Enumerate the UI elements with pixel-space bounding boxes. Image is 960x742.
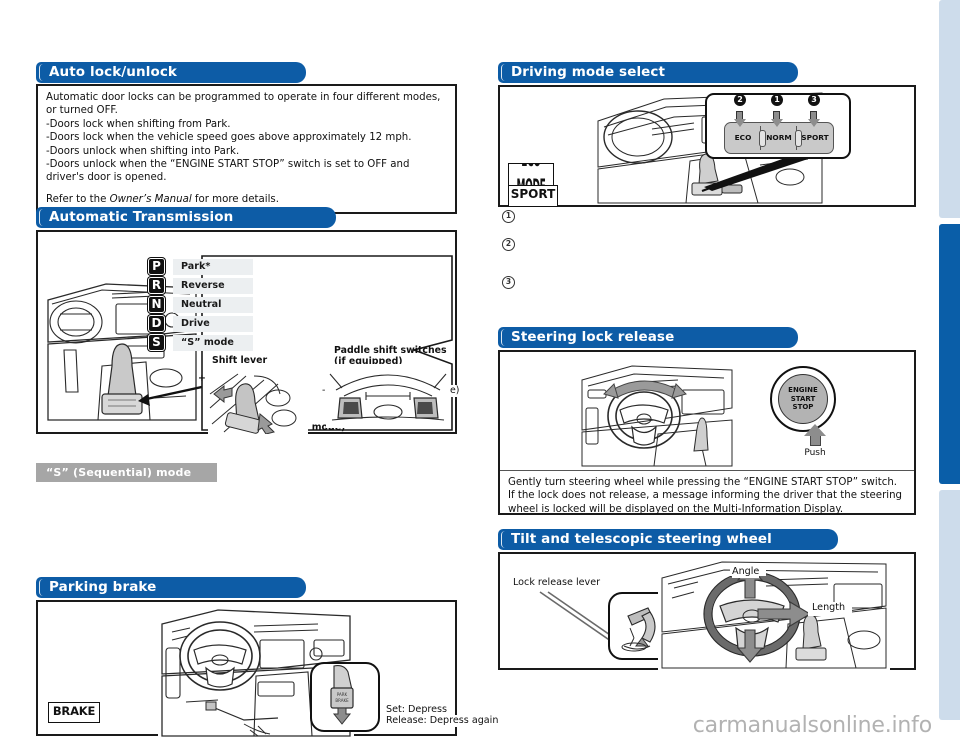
legend-number-2: 2 [502, 238, 515, 251]
edge-tab-lower[interactable] [939, 490, 960, 720]
start-switch-inner[interactable]: ENGINE START STOP [778, 374, 828, 424]
parking-brake-box: BRAKE PARK BRAKE Set: Depress Release: D… [36, 600, 499, 738]
gear-badge-d: D [148, 315, 165, 333]
push-label: Push [804, 448, 826, 458]
gear-row-n: N Neutral [148, 296, 253, 314]
driving-mode-box: ECO MODE SPORT [498, 85, 916, 207]
illustration-tilt-telescopic-wheel [658, 558, 890, 670]
site-watermark: carmanualsonline.info [692, 713, 932, 738]
mode-button-norm[interactable]: NORM [760, 123, 797, 153]
parking-brake-release-text: Release: Depress again [386, 715, 499, 727]
svg-text:BRAKE: BRAKE [335, 698, 349, 703]
reference-prefix: Refer to the [46, 193, 110, 205]
driving-mode-legend-item-3: 3 [502, 276, 521, 289]
steering-lock-release-text: Gently turn steering wheel while pressin… [500, 470, 914, 522]
start-switch-ring: ENGINE START STOP [770, 366, 836, 432]
paddle-caption-line1: Paddle shift switches [334, 345, 447, 356]
gear-row-s: S “S” mode [148, 334, 253, 352]
tilt-telescopic-box: Lock release lever Angle Length [498, 552, 916, 670]
arrow-to-eco [734, 111, 746, 127]
section-driving-mode-select: Driving mode select ECO MODE SPORT [498, 62, 922, 289]
driving-mode-legend-item-2: 2 [502, 238, 521, 251]
sequential-mode-chip: “S” (Sequential) mode [36, 463, 218, 482]
gear-row-r: R Reverse [148, 277, 253, 295]
edge-tab-upper[interactable] [939, 0, 960, 218]
section-tilt-telescopic: Tilt and telescopic steering wheel Lock … [498, 529, 922, 670]
reference-suffix: for more details. [191, 193, 279, 205]
mode-separator-left [759, 130, 766, 147]
legend-number-3: 3 [502, 276, 515, 289]
gear-row-p: P Park* [148, 258, 253, 276]
auto-lock-line-2: -Doors lock when the vehicle speed goes … [46, 132, 412, 144]
gear-badge-n: N [148, 296, 165, 314]
auto-lock-line-4: -Doors unlock when the “ENGINE START STO… [46, 159, 410, 184]
section-steering-lock-release: Steering lock release ENGINE START STOP … [498, 327, 922, 515]
gear-row-d: D Drive [148, 315, 253, 333]
start-switch-line3: STOP [792, 403, 814, 412]
auto-lock-body-box: Automatic door locks can be programmed t… [36, 84, 457, 215]
driving-mode-legend-item-1: 1 [502, 210, 521, 223]
mode-number-badge-1: 1 [771, 94, 783, 106]
auto-lock-line-3: -Doors unlock when shifting into Park. [46, 145, 240, 157]
edge-tab-active[interactable] [939, 224, 960, 484]
mode-number-badge-3: 3 [808, 94, 820, 106]
mode-button-eco[interactable]: ECO [725, 123, 761, 153]
arrow-to-norm [771, 111, 783, 127]
reference-owners-manual: Owner’s Manual [109, 193, 192, 205]
auto-lock-line-1: -Doors lock when shifting from Park. [46, 118, 231, 130]
gear-label-n: Neutral [173, 296, 253, 313]
mode-button-sport[interactable]: SPORT [796, 123, 833, 153]
tilt-length-label: Length [812, 602, 846, 614]
start-switch-line2: START [790, 394, 816, 403]
gear-label-p: Park* [173, 258, 253, 275]
push-arrow-icon [804, 424, 826, 446]
section-title-auto-lock-unlock: Auto lock/unlock [36, 62, 306, 83]
section-automatic-transmission: Automatic Transmission P Park* R Reverse… [36, 207, 466, 434]
gear-label-d: Drive [173, 315, 253, 332]
illustration-shift-lever-detail [208, 372, 308, 434]
auto-lock-line-0: Automatic door locks can be programmed t… [46, 92, 441, 117]
section-title-driving-mode-select: Driving mode select [498, 62, 798, 83]
driving-mode-switch-panel: ECO NORM SPORT 2 1 3 [705, 93, 851, 159]
engine-start-stop-switch: ENGINE START STOP Push [758, 366, 848, 466]
mode-number-badge-2: 2 [734, 94, 746, 106]
edge-tab-strip [935, 0, 960, 742]
gear-badge-s: S [148, 334, 165, 352]
gear-label-r: Reverse [173, 277, 253, 294]
svg-text:PARK: PARK [337, 692, 348, 697]
gear-label-s: “S” mode [173, 334, 253, 351]
section-parking-brake: Parking brake BRAKE PARK BRAKE Set: Depr… [36, 577, 499, 738]
gear-badge-p: P [148, 258, 165, 276]
section-title-tilt-telescopic: Tilt and telescopic steering wheel [498, 529, 838, 550]
parking-brake-set-text: Set: Depress [386, 704, 448, 716]
legend-number-1: 1 [502, 210, 515, 223]
steering-lock-release-box: ENGINE START STOP Push Gently turn steer… [498, 350, 916, 515]
section-title-parking-brake: Parking brake [36, 577, 306, 598]
auto-lock-text: Automatic door locks can be programmed t… [38, 86, 455, 212]
manual-page: Auto lock/unlock Automatic door locks ca… [0, 0, 960, 742]
brake-indicator-icon: BRAKE [48, 702, 100, 723]
gear-badge-r: R [148, 277, 165, 295]
shift-lever-caption: Shift lever [212, 355, 268, 366]
automatic-transmission-box: P Park* R Reverse N Neutral D Drive S “S… [36, 230, 460, 434]
section-sequential-mode: “S” (Sequential) mode [36, 461, 466, 482]
section-auto-lock-unlock: Auto lock/unlock Automatic door locks ca… [36, 62, 466, 215]
auto-lock-reference: Refer to the Owner’s Manual for more det… [46, 193, 447, 206]
eco-indicator-line1: ECO [516, 164, 545, 173]
arrow-to-sport [808, 111, 820, 127]
start-switch-line1: ENGINE [788, 386, 818, 395]
sport-indicator-icon: SPORT [508, 185, 558, 207]
illustration-paddle-shifters [326, 364, 450, 428]
tilt-angle-label: Angle [732, 566, 760, 578]
gear-position-list: P Park* R Reverse N Neutral D Drive S “S… [148, 258, 253, 353]
section-title-steering-lock-release: Steering lock release [498, 327, 798, 348]
illustration-steering-wheel-turn [578, 364, 735, 468]
parking-brake-callout-bubble: PARK BRAKE [310, 662, 380, 732]
section-title-automatic-transmission: Automatic Transmission [36, 207, 336, 228]
mode-separator-right [795, 130, 802, 147]
